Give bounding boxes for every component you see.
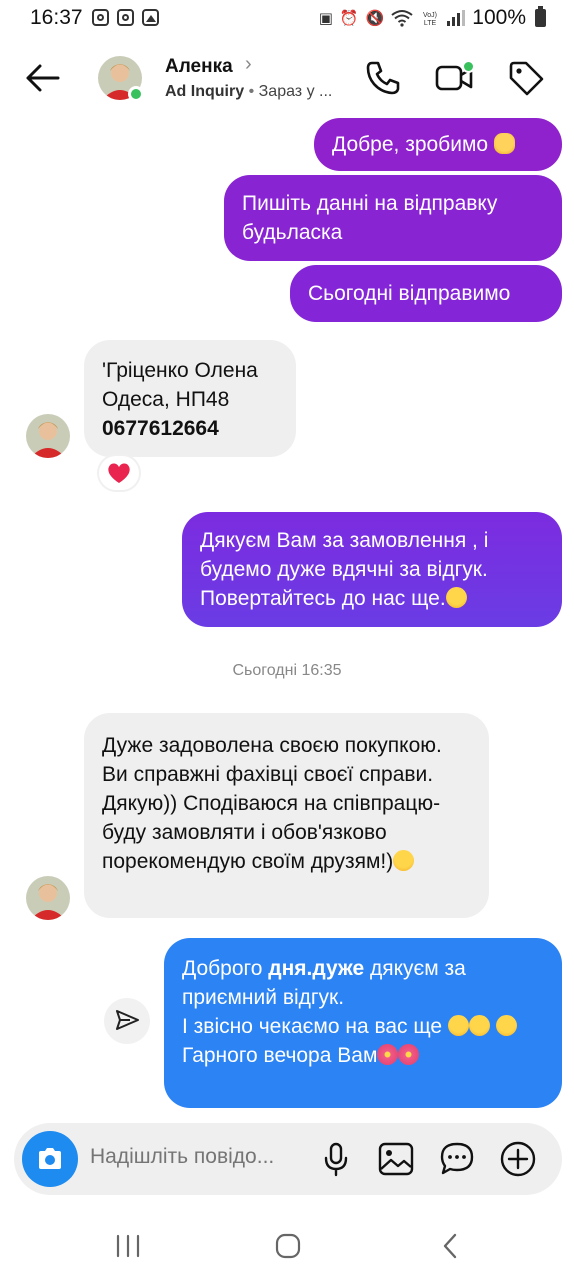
hugging-face-emoji-icon <box>445 587 467 608</box>
incoming-message[interactable]: 'Гріценко Олена Одеса, НП48 0677612664 <box>84 340 296 457</box>
message-line-3: Гарного вечора Вам <box>182 1041 544 1070</box>
gallery-icon[interactable] <box>376 1139 416 1179</box>
hugging-face-emoji-icon <box>393 850 415 871</box>
ok-hand-emoji-icon <box>493 133 515 154</box>
message-line: 'Гріценко Олена <box>102 359 258 382</box>
ad-source-label: Ad Inquiry <box>165 83 245 100</box>
heart-icon <box>108 463 130 483</box>
send-icon <box>116 1010 139 1030</box>
phone-number[interactable]: 0677612664 <box>102 414 278 443</box>
outgoing-message[interactable]: Сьогодні відправимо <box>290 265 562 322</box>
camera-icon <box>39 1148 61 1169</box>
microphone-icon[interactable] <box>316 1139 356 1179</box>
battery-saver-icon: ▣ <box>318 10 333 27</box>
status-time: 16:37 <box>30 6 83 29</box>
contact-subtitle: Ad Inquiry • Зараз у ... <box>165 83 332 101</box>
back-arrow-icon[interactable] <box>22 58 62 98</box>
hugging-face-emoji-icon <box>495 1015 517 1036</box>
instagram-icon <box>92 9 109 26</box>
volte-icon: VoJ)LTE <box>423 12 437 27</box>
home-icon[interactable] <box>266 1228 310 1264</box>
message-line-2: І звісно чекаємо на вас ще <box>182 1012 544 1041</box>
chevron-right-icon[interactable]: › <box>245 53 252 76</box>
battery-percent: 100% <box>472 6 526 29</box>
nav-back-icon[interactable] <box>428 1228 472 1264</box>
battery-icon <box>535 6 546 27</box>
system-nav-bar <box>0 1220 574 1280</box>
wifi-icon <box>391 10 413 27</box>
message-composer <box>14 1123 562 1195</box>
video-active-indicator <box>462 60 475 73</box>
message-text: Пишіть данні на відправку будьласка <box>242 192 498 244</box>
message-input[interactable] <box>90 1145 310 1169</box>
message-line-1: Доброго дня.дуже дякуєм за приємний відг… <box>182 957 466 1009</box>
status-bar: 16:37 ▣ ⏰ 🔇 VoJ) LTE 100% <box>0 0 574 36</box>
bold-text: дня.дуже <box>268 957 365 980</box>
outgoing-message[interactable]: Дякуєм Вам за замовлення , і будемо дуже… <box>182 512 562 627</box>
label-tag-icon[interactable] <box>506 58 546 98</box>
incoming-message[interactable]: Дуже задоволена своєю покупкою. Ви справ… <box>84 713 489 918</box>
message-text: Дуже задоволена своєю покупкою. Ви справ… <box>102 734 442 873</box>
hibiscus-emoji-icon <box>377 1044 399 1065</box>
recent-apps-icon[interactable] <box>106 1228 150 1264</box>
signal-icon <box>447 10 466 26</box>
message-line: Одеса, НП48 <box>102 388 230 411</box>
date-divider: Сьогодні 16:35 <box>232 662 342 679</box>
reaction-badge[interactable] <box>99 456 139 490</box>
separator-dot: • <box>248 83 255 100</box>
camera-button[interactable] <box>22 1131 78 1187</box>
add-circle-icon[interactable] <box>498 1139 538 1179</box>
hugging-face-emoji-icon <box>447 1015 469 1036</box>
presence-status: Зараз у ... <box>258 83 333 100</box>
instagram-icon <box>117 9 134 26</box>
svg-text:VoJ): VoJ) <box>423 12 437 19</box>
message-text: Сьогодні відправимо <box>308 282 511 305</box>
gallery-icon <box>142 9 159 26</box>
message-text: Добре, зробимо <box>332 133 489 156</box>
hibiscus-emoji-icon <box>398 1044 420 1065</box>
hugging-face-emoji-icon <box>468 1015 490 1036</box>
mute-icon: 🔇 <box>365 10 385 27</box>
online-indicator <box>128 86 144 102</box>
chat-header: Аленка › Ad Inquiry • Зараз у ... <box>0 44 574 116</box>
chat-bubble-icon[interactable] <box>437 1139 477 1179</box>
outgoing-message[interactable]: Доброго дня.дуже дякуєм за приємний відг… <box>164 938 562 1108</box>
phone-call-icon[interactable] <box>363 58 403 98</box>
sender-avatar[interactable] <box>26 876 70 920</box>
alarm-icon: ⏰ <box>339 10 359 27</box>
outgoing-message[interactable]: Пишіть данні на відправку будьласка <box>224 175 562 261</box>
share-message-button[interactable] <box>104 998 150 1044</box>
outgoing-message[interactable]: Добре, зробимо <box>314 118 562 171</box>
contact-name[interactable]: Аленка <box>165 56 233 78</box>
svg-text:LTE: LTE <box>424 20 437 27</box>
sender-avatar[interactable] <box>26 414 70 458</box>
